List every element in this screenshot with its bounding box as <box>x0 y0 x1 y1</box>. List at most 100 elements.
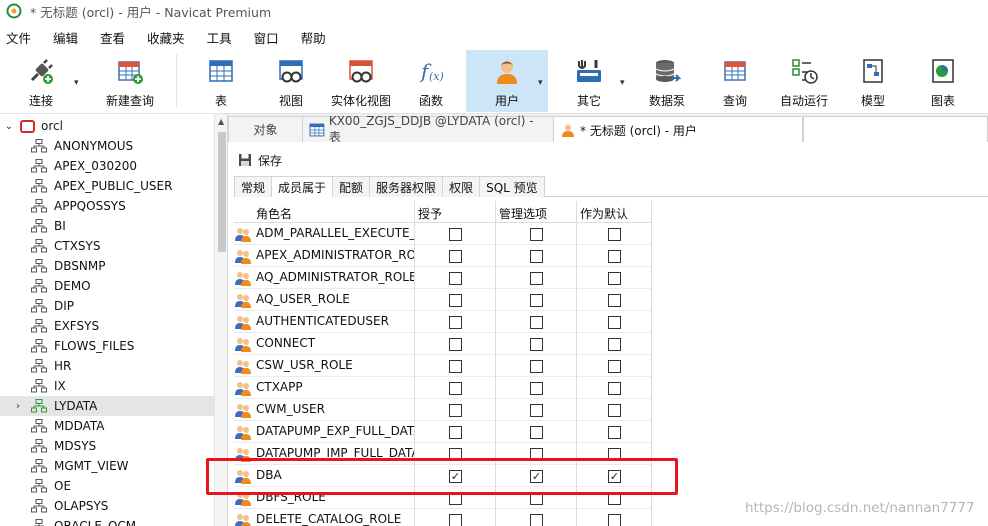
as-default-checkbox[interactable] <box>608 514 621 526</box>
admin-option-checkbox[interactable] <box>530 250 543 263</box>
view-button[interactable]: 视图 <box>260 50 322 112</box>
table-row[interactable]: AUTHENTICATEDUSER <box>234 311 652 333</box>
tree-item-user[interactable]: › LYDATA <box>0 396 214 416</box>
connect-button[interactable]: 连接 ▾ <box>10 50 79 112</box>
admin-option-checkbox[interactable] <box>530 294 543 307</box>
tree-item-user[interactable]: APEX_030200 <box>0 156 214 176</box>
tree-item-user[interactable]: FLOWS_FILES <box>0 336 214 356</box>
grant-checkbox[interactable] <box>449 316 462 329</box>
tab-user-editor[interactable]: * 无标题 (orcl) - 用户 <box>553 116 803 143</box>
menu-file[interactable]: 文件 <box>6 28 43 47</box>
menu-tools[interactable]: 工具 <box>207 28 244 47</box>
new-query-button[interactable]: 新建查询 <box>88 50 172 112</box>
tree-item-user[interactable]: ORACLE_OCM <box>0 516 214 526</box>
admin-option-checkbox[interactable] <box>530 382 543 395</box>
menu-favorites[interactable]: 收藏夹 <box>147 28 197 47</box>
other-dropdown-icon[interactable]: ▾ <box>620 78 625 88</box>
user-button[interactable]: 用户 ▾ <box>466 50 548 112</box>
chevron-down-icon[interactable]: ⌄ <box>2 121 16 132</box>
admin-option-checkbox[interactable] <box>530 228 543 241</box>
scroll-up-icon[interactable]: ▲ <box>218 117 224 126</box>
automation-button[interactable]: 自动运行 <box>772 50 836 112</box>
subtab-member-of[interactable]: 成员属于 <box>271 176 334 197</box>
connection-orcl[interactable]: ⌄ orcl <box>0 116 214 136</box>
subtab-privileges[interactable]: 权限 <box>442 176 481 197</box>
query-button[interactable]: 查询 <box>704 50 766 112</box>
tree-item-user[interactable]: DBSNMP <box>0 256 214 276</box>
menu-view[interactable]: 查看 <box>100 28 137 47</box>
chevron-right-icon[interactable]: › <box>16 401 20 412</box>
as-default-checkbox[interactable] <box>608 316 621 329</box>
tree-item-user[interactable]: APPQOSSYS <box>0 196 214 216</box>
table-row[interactable]: ADM_PARALLEL_EXECUTE_TASK <box>234 223 652 245</box>
chart-button[interactable]: 图表 <box>912 50 974 112</box>
as-default-checkbox[interactable] <box>608 404 621 417</box>
as-default-checkbox[interactable] <box>608 382 621 395</box>
admin-option-checkbox[interactable] <box>530 426 543 439</box>
as-default-checkbox[interactable] <box>608 338 621 351</box>
data-pump-button[interactable]: 数据泵 <box>636 50 698 112</box>
table-row[interactable]: CTXAPP <box>234 377 652 399</box>
table-row[interactable]: CONNECT <box>234 333 652 355</box>
column-role-name[interactable]: 角色名 <box>256 205 292 222</box>
tree-item-user[interactable]: BI <box>0 216 214 236</box>
grant-checkbox[interactable] <box>449 514 462 526</box>
admin-option-checkbox[interactable] <box>530 338 543 351</box>
grant-checkbox[interactable] <box>449 426 462 439</box>
subtab-server-privileges[interactable]: 服务器权限 <box>369 176 444 197</box>
table-row[interactable]: CWM_USER <box>234 399 652 421</box>
subtab-sql-preview[interactable]: SQL 预览 <box>479 176 545 197</box>
menu-edit[interactable]: 编辑 <box>53 28 90 47</box>
grant-checkbox[interactable] <box>449 250 462 263</box>
admin-option-checkbox[interactable] <box>530 514 543 526</box>
as-default-checkbox[interactable] <box>608 228 621 241</box>
as-default-checkbox[interactable] <box>608 426 621 439</box>
tree-item-user[interactable]: EXFSYS <box>0 316 214 336</box>
tree-item-user[interactable]: DIP <box>0 296 214 316</box>
admin-option-checkbox[interactable] <box>530 272 543 285</box>
as-default-checkbox[interactable] <box>608 250 621 263</box>
user-dropdown-icon[interactable]: ▾ <box>538 78 543 88</box>
menu-window[interactable]: 窗口 <box>254 28 291 47</box>
table-button[interactable]: 表 <box>190 50 252 112</box>
as-default-checkbox[interactable] <box>608 272 621 285</box>
admin-option-checkbox[interactable] <box>530 360 543 373</box>
admin-option-checkbox[interactable] <box>530 316 543 329</box>
connect-dropdown-icon[interactable]: ▾ <box>74 78 79 88</box>
table-row[interactable]: CSW_USR_ROLE <box>234 355 652 377</box>
table-row[interactable]: AQ_ADMINISTRATOR_ROLE <box>234 267 652 289</box>
column-grant[interactable]: 授予 <box>418 205 442 222</box>
tree-item-user[interactable]: ANONYMOUS <box>0 136 214 156</box>
table-row[interactable]: APEX_ADMINISTRATOR_ROLE <box>234 245 652 267</box>
table-row[interactable]: DELETE_CATALOG_ROLE <box>234 509 652 526</box>
model-button[interactable]: 模型 <box>842 50 904 112</box>
column-as-default[interactable]: 作为默认 <box>580 205 628 222</box>
grant-checkbox[interactable] <box>449 404 462 417</box>
tab-table-editor[interactable]: KX00_ZGJS_DDJB @LYDATA (orcl) - 表 <box>302 114 554 144</box>
grant-checkbox[interactable] <box>449 228 462 241</box>
tree-item-user[interactable]: APEX_PUBLIC_USER <box>0 176 214 196</box>
tree-item-user[interactable]: IX <box>0 376 214 396</box>
tab-objects[interactable]: 对象 <box>228 116 303 142</box>
as-default-checkbox[interactable] <box>608 360 621 373</box>
tree-item-user[interactable]: OLAPSYS <box>0 496 214 516</box>
subtab-quota[interactable]: 配额 <box>332 176 371 197</box>
grant-checkbox[interactable] <box>449 382 462 395</box>
subtab-general[interactable]: 常规 <box>234 176 273 197</box>
as-default-checkbox[interactable] <box>608 294 621 307</box>
grant-checkbox[interactable] <box>449 338 462 351</box>
table-row[interactable]: DATAPUMP_EXP_FULL_DATABASE <box>234 421 652 443</box>
tree-item-user[interactable]: MGMT_VIEW <box>0 456 214 476</box>
tree-item-user[interactable]: DEMO <box>0 276 214 296</box>
tree-item-user[interactable]: MDDATA <box>0 416 214 436</box>
tree-item-user[interactable]: OE <box>0 476 214 496</box>
tree-item-user[interactable]: HR <box>0 356 214 376</box>
grant-checkbox[interactable] <box>449 294 462 307</box>
table-row[interactable]: AQ_USER_ROLE <box>234 289 652 311</box>
grant-checkbox[interactable] <box>449 272 462 285</box>
menu-help[interactable]: 帮助 <box>301 28 338 47</box>
scrollbar-thumb[interactable] <box>218 132 226 252</box>
function-button[interactable]: f (x) 函数 <box>400 50 462 112</box>
admin-option-checkbox[interactable] <box>530 404 543 417</box>
column-admin-option[interactable]: 管理选项 <box>499 205 547 222</box>
